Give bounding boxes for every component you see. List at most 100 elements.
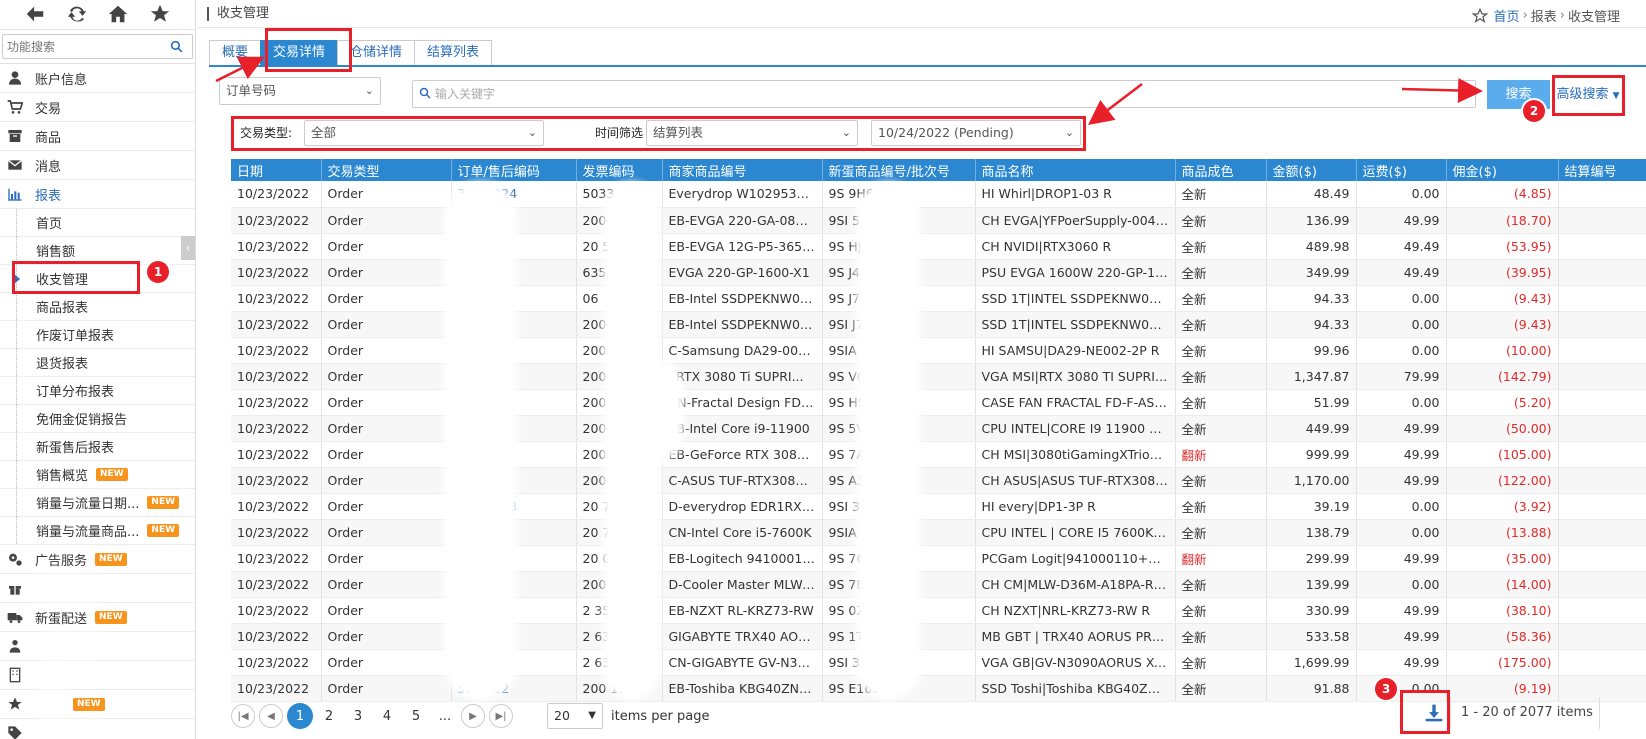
table-row[interactable]: 10/23/2022Order529 77220 70CN-Intel Core… — [231, 519, 1646, 546]
sidebar-sub-after-sales[interactable]: 新蛋售后报表 — [0, 433, 195, 461]
sidebar-item-reports[interactable]: 报表 — [0, 180, 195, 209]
page-1[interactable]: 1 — [287, 703, 313, 729]
time-filter-select[interactable]: 结算列表 ⌄ — [646, 120, 858, 146]
user-group-icon — [6, 637, 24, 655]
page-4[interactable]: 4 — [374, 703, 400, 729]
page-5[interactable]: 5 — [403, 703, 429, 729]
redacted-label — [35, 637, 105, 655]
table-cell: HI SAMSU|DA29-NE002-2P R — [975, 337, 1176, 364]
table-row[interactable]: 10/23/2022Order36 1635234EVGA 220-GP-160… — [231, 259, 1646, 286]
sidebar-sub-sales[interactable]: 销售额 — [0, 237, 195, 265]
sidebar-item-favorites[interactable]: NEW — [0, 690, 195, 719]
table-row[interactable]: 10/23/2022Order402 972320 70D-everydrop … — [231, 493, 1646, 520]
tab-settlement-list[interactable]: 结算列表 — [414, 40, 493, 66]
type-filter-select[interactable]: 全部 ⌄ — [304, 120, 544, 146]
function-search-input[interactable] — [2, 34, 193, 59]
sidebar-item-tags[interactable] — [0, 719, 195, 739]
table-row[interactable]: 10/23/2022Order36 0642 357EB-NZXT RL-KRZ… — [231, 597, 1646, 624]
sidebar-item-shipping[interactable]: 新蛋配送 NEW — [0, 603, 195, 632]
envelope-icon — [6, 156, 24, 174]
table-row[interactable]: 10/23/2022Order54 9912 635CN-GIGABYTE GV… — [231, 649, 1646, 676]
table-cell — [1558, 311, 1646, 338]
star-outline-icon[interactable] — [1471, 7, 1488, 24]
table-cell: 1,170.00 — [1266, 467, 1357, 494]
star-icon[interactable] — [148, 3, 172, 27]
table-row[interactable]: 10/23/2022Order530 2200CN-Fractal Design… — [231, 389, 1646, 416]
table-cell: EB-EVGA 220-GA-0850-... — [662, 207, 823, 234]
table-row[interactable]: 10/23/2022Order3 2020 5234EB-EVGA 12G-P5… — [231, 233, 1646, 260]
table-cell: CH NVIDI|RTX3060 R — [975, 233, 1176, 260]
search-field-select[interactable]: 订单号码 ⌄ — [219, 77, 381, 105]
table-cell: (5.20) — [1446, 389, 1559, 416]
sidebar-item-gift[interactable] — [0, 574, 195, 603]
first-page-button[interactable]: |◀ — [231, 704, 255, 728]
page-size-value: 20 — [554, 708, 570, 723]
back-arrow-icon[interactable] — [23, 3, 47, 27]
page-size-select[interactable]: 20 ▼ — [547, 703, 603, 729]
table-row[interactable]: 10/23/2022Order368 62420 0EB-Logitech 94… — [231, 545, 1646, 572]
column-header[interactable]: 日期 — [231, 159, 322, 181]
keyword-input[interactable]: 输入关键字 — [412, 80, 1476, 108]
settlement-date-select[interactable]: 10/24/2022 (Pending) ⌄ — [871, 120, 1081, 146]
advanced-search-button[interactable]: 高级搜索 ▼ — [1555, 80, 1621, 110]
sidebar-sub-sales-overview[interactable]: 销售概览 NEW — [0, 461, 195, 489]
column-header[interactable]: 佣金($) — [1446, 159, 1559, 181]
column-header[interactable]: 运费($) — [1356, 159, 1447, 181]
breadcrumb-reports[interactable]: 报表 — [1531, 6, 1557, 25]
home-icon[interactable] — [106, 3, 130, 27]
table-cell — [1558, 285, 1646, 312]
table-row[interactable]: 10/23/2022Order3606EB-Intel SSDPEKNW010.… — [231, 285, 1646, 312]
breadcrumb-home[interactable]: 首页 — [1494, 6, 1520, 25]
sidebar-item-messages[interactable]: 消息 — [0, 151, 195, 180]
table-cell: 51.99 — [1266, 389, 1357, 416]
next-page-button[interactable]: ▶ — [461, 704, 485, 728]
column-header[interactable]: 交易类型 — [321, 159, 452, 181]
table-row[interactable]: 10/23/2022Order36 92006 7I RTX 3080 Ti S… — [231, 363, 1646, 390]
last-page-button[interactable]: ▶| — [489, 704, 513, 728]
page-2[interactable]: 2 — [316, 703, 342, 729]
column-header[interactable]: 金额($) — [1266, 159, 1357, 181]
search-icon[interactable] — [170, 40, 183, 53]
table-cell: SSD 1T|INTEL SSDPEKNW010... — [975, 311, 1176, 338]
download-button[interactable] — [1414, 697, 1454, 729]
tab-transaction-details[interactable]: 交易详情 — [260, 40, 339, 66]
table-row[interactable]: 10/23/2022Order36 844200 571D-Cooler Mas… — [231, 571, 1646, 598]
page-more[interactable]: ... — [432, 703, 458, 729]
tab-overview[interactable]: 概要 — [209, 40, 262, 66]
sidebar-item-users[interactable] — [0, 632, 195, 661]
sidebar-item-products[interactable]: 商品 — [0, 122, 195, 151]
column-header[interactable]: 结算编号 — [1558, 159, 1646, 181]
table-row[interactable]: 10/23/2022Order402 62006 0C-Samsung DA29… — [231, 337, 1646, 364]
column-header[interactable]: 新蛋商品编号/批次号 — [822, 159, 976, 181]
column-header[interactable]: 商品成色 — [1175, 159, 1267, 181]
sidebar-sub-returns[interactable]: 退货报表 — [0, 349, 195, 377]
table-row[interactable]: 10/23/2022Order54 8312 6357GIGABYTE TRX4… — [231, 623, 1646, 650]
tab-underline — [209, 65, 1646, 67]
tab-warehouse-details[interactable]: 仓储详情 — [337, 40, 416, 66]
sidebar-item-ad-service[interactable]: 广告服务 NEW — [0, 545, 195, 574]
prev-page-button[interactable]: ◀ — [259, 704, 283, 728]
sidebar-sub-void-orders[interactable]: 作废订单报表 — [0, 321, 195, 349]
table-row[interactable]: 10/23/2022Order40 5820063 35EB-Intel SSD… — [231, 311, 1646, 338]
sidebar-item-account[interactable]: 账户信息 — [0, 64, 195, 93]
sidebar-sub-home[interactable]: 首页 — [0, 209, 195, 237]
table-row[interactable]: 10/23/2022Order54 912006EB-GeForce RTX 3… — [231, 441, 1646, 468]
page-3[interactable]: 3 — [345, 703, 371, 729]
column-header[interactable]: 订单/售后编码 — [451, 159, 577, 181]
refresh-icon[interactable] — [65, 3, 89, 27]
sidebar-sub-order-distribution[interactable]: 订单分布报表 — [0, 377, 195, 405]
sidebar-item-building[interactable] — [0, 661, 195, 690]
column-header[interactable]: 商家商品编号 — [662, 159, 823, 181]
table-row[interactable]: 10/23/2022Order546 932006EB-Intel Core i… — [231, 415, 1646, 442]
sidebar-sub-traffic-date[interactable]: 销量与流量日期... NEW — [0, 489, 195, 517]
sidebar-item-trade[interactable]: 交易 — [0, 93, 195, 122]
column-header[interactable]: 发票编码 — [576, 159, 663, 181]
column-header[interactable]: 商品名称 — [975, 159, 1176, 181]
sidebar-sub-product-report[interactable]: 商品报表 — [0, 293, 195, 321]
table-row[interactable]: 10/23/2022Order3 2072245033Everydrop W10… — [231, 181, 1646, 208]
table-row[interactable]: 10/23/2022Order5 37 32006 237EB-EVGA 220… — [231, 207, 1646, 234]
table-row[interactable]: 10/23/2022Order345 9892006 1C-ASUS TUF-R… — [231, 467, 1646, 494]
sidebar-sub-traffic-product[interactable]: 销量与流量商品... NEW — [0, 517, 195, 545]
sidebar-sub-commission-free[interactable]: 免佣金促销报告 — [0, 405, 195, 433]
sidebar-collapse-button[interactable]: ‹ — [181, 236, 195, 260]
